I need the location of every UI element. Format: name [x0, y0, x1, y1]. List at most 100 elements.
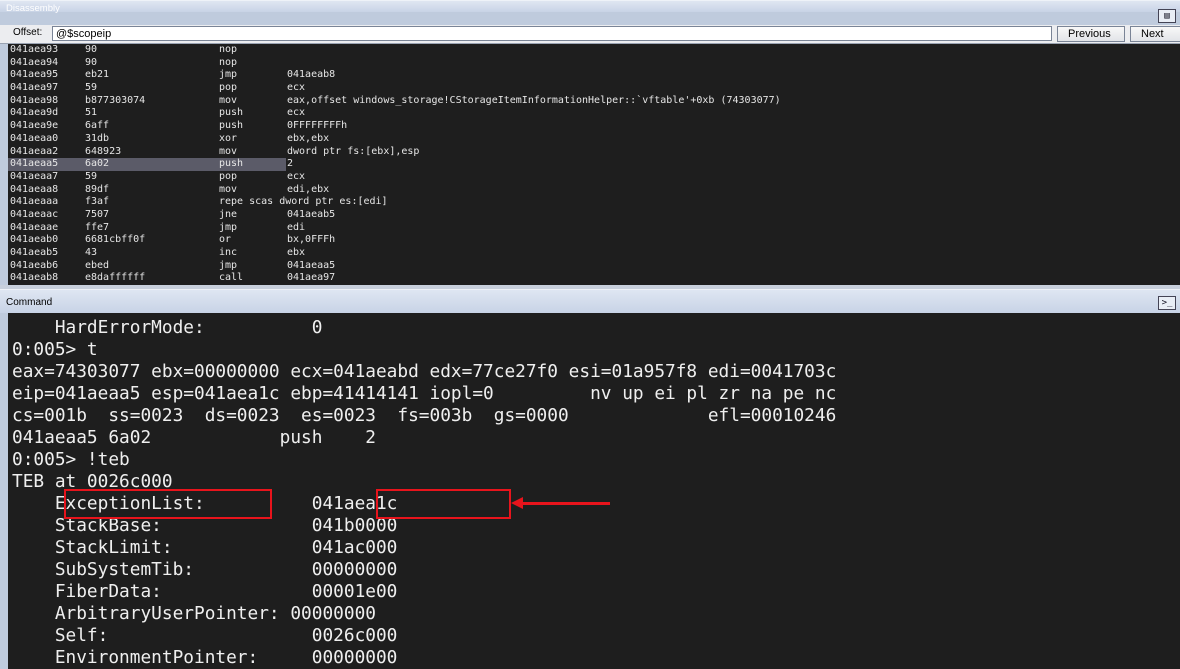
disassembly-mnemonic: or — [219, 234, 232, 246]
disassembly-mnemonic: jne — [219, 208, 238, 220]
disassembly-mnemonic: pop — [219, 170, 238, 182]
command-output[interactable]: EnvironmentPointer: 00000000 Self: 0026c… — [8, 313, 1180, 669]
disassembly-opcode-bytes: 90 — [85, 44, 98, 55]
disassembly-opcode-bytes: 89df — [85, 183, 110, 195]
disassembly-operands: edi,ebx — [287, 183, 330, 195]
disassembly-row[interactable]: 041aea98 b877303074 mov eax,offset windows_… — [8, 95, 1180, 108]
command-output-line: 0:005> t — [12, 339, 98, 360]
disassembly-opcode-bytes: 31db — [85, 132, 110, 144]
disassembly-row[interactable]: 041aeab5 43 inc ebx — [8, 247, 1180, 260]
disassembly-opcode-bytes: ebed — [85, 259, 110, 271]
disassembly-mnemonic: nop — [219, 44, 238, 55]
disassembly-row[interactable]: 041aea9e 6aff push 0FFFFFFFFh — [8, 120, 1180, 133]
disassembly-opcode-bytes: b877303074 — [85, 94, 146, 106]
disassembly-address: 041aeab8 — [10, 272, 59, 284]
disassembly-address: 041aeaaa — [10, 196, 59, 208]
disassembly-mnemonic: call — [219, 272, 244, 284]
disassembly-mnemonic: push — [219, 158, 244, 170]
disassembly-mnemonic: jmp — [219, 259, 238, 271]
disassembly-title-text: Disassembly — [6, 3, 60, 14]
disassembly-operands: ecx — [287, 82, 306, 94]
command-output-line: eax=74303077 ebx=00000000 ecx=041aeabd e… — [12, 361, 837, 382]
command-output-line: 0:005> !teb — [12, 449, 130, 470]
disassembly-opcode-bytes: 59 — [85, 170, 98, 182]
disassembly-address: 041aeab5 — [10, 247, 59, 258]
disassembly-row[interactable]: 041aeaac 7507 jne 041aeab5 — [8, 209, 1180, 222]
disassembly-row[interactable]: 041aeab8 e8daffffff call 041aea97 — [8, 272, 1180, 285]
disassembly-mnemonic: xor — [219, 132, 238, 144]
disassembly-row[interactable]: 041aeaa8 89df mov edi,ebx — [8, 184, 1180, 197]
disassembly-row[interactable]: 041aea9d 51 push ecx — [8, 107, 1180, 120]
disassembly-mnemonic: mov — [219, 94, 238, 106]
disassembly-address: 041aea9e — [10, 120, 59, 132]
command-output-line: StackLimit: 041ac000 — [12, 537, 398, 558]
disassembly-row[interactable]: 041aea97 59 pop ecx — [8, 82, 1180, 95]
offset-input[interactable] — [52, 26, 1052, 41]
disassembly-operands: eax,offset windows_storage!CStorageItemI… — [287, 94, 781, 106]
disassembly-operands: edi — [287, 221, 306, 233]
disassembly-row[interactable]: 041aea95 eb21 jmp 041aeab8 — [8, 69, 1180, 82]
disassembly-mnemonic: jmp — [219, 69, 238, 81]
disassembly-opcode-bytes: 648923 — [85, 145, 122, 157]
disassembly-operands: 2 — [287, 158, 294, 170]
offset-toolbar: Offset: Previous Next — [0, 25, 1180, 44]
disassembly-opcode-bytes: 6a02 — [85, 158, 110, 170]
disassembly-mnemonic: inc — [219, 247, 238, 258]
disassembly-operands: 0FFFFFFFFh — [287, 120, 348, 132]
disassembly-mnemonic: repe scas dword ptr es:[edi] — [219, 196, 388, 208]
disassembly-mnemonic: mov — [219, 145, 238, 157]
disassembly-operands: ecx — [287, 170, 306, 182]
disassembly-opcode-bytes: 6aff — [85, 120, 110, 132]
disassembly-row[interactable]: 041aeab6 ebed jmp 041aeaa5 — [8, 260, 1180, 273]
command-title-text: Command — [6, 297, 53, 308]
disassembly-row[interactable]: 041aeaa7 59 pop ecx — [8, 171, 1180, 184]
disassembly-row[interactable]: 041aeaa0 31db xor ebx,ebx — [8, 133, 1180, 146]
disassembly-opcode-bytes: 59 — [85, 82, 98, 94]
console-prompt-icon[interactable]: >_ — [1158, 296, 1176, 310]
disassembly-mnemonic: mov — [219, 183, 238, 195]
disassembly-row[interactable]: 041aeaa2 648923 mov dword ptr fs:[ebx],esp — [8, 146, 1180, 159]
disassembly-row[interactable]: 041aeab0 6681cbff0f or bx,0FFFh — [8, 234, 1180, 247]
disassembly-address: 041aeaa7 — [10, 170, 59, 182]
annotation-arrow-icon — [511, 497, 523, 509]
disassembly-row[interactable]: 041aeaaa f3af repe scas dword ptr es:[edi] — [8, 196, 1180, 209]
disassembly-address: 041aea93 — [10, 44, 59, 55]
disassembly-address: 041aeaa0 — [10, 132, 59, 144]
command-output-line: Self: 0026c000 — [12, 625, 398, 646]
disassembly-operands: bx,0FFFh — [287, 234, 336, 246]
annotation-arrow-shaft — [520, 502, 610, 505]
command-output-line: cs=001b ss=0023 ds=0023 es=0023 fs=003b … — [12, 405, 837, 426]
disassembly-operands: ecx — [287, 107, 306, 119]
previous-button[interactable]: Previous — [1057, 26, 1125, 42]
disassembly-address: 041aeaa8 — [10, 183, 59, 195]
command-output-line: HardErrorMode: 0 — [12, 317, 323, 338]
disassembly-row[interactable]: 041aeaae ffe7 jmp edi — [8, 222, 1180, 235]
disassembly-row-current[interactable]: 041aeaa5 6a02 push 2 — [8, 158, 293, 171]
disassembly-mnemonic: push — [219, 107, 244, 119]
next-button[interactable]: Next — [1130, 26, 1180, 42]
disassembly-opcode-bytes: 90 — [85, 56, 98, 68]
disassembly-row[interactable]: 041aea94 90 nop — [8, 57, 1180, 70]
disassembly-opcode-bytes: eb21 — [85, 69, 110, 81]
disassembly-address: 041aea97 — [10, 82, 59, 94]
disassembly-operands: ebx,ebx — [287, 132, 330, 144]
command-output-line: ArbitraryUserPointer: 00000000 — [12, 603, 376, 624]
window-source-icon[interactable]: ▤ — [1158, 9, 1176, 23]
disassembly-listing[interactable]: 041aea93 90 nop 041aea94 90 nop 041aea95 eb21 jm… — [8, 44, 1180, 285]
disassembly-address: 041aea94 — [10, 56, 59, 68]
command-pane-title: Command — [0, 289, 1180, 313]
disassembly-operands: 041aeaa5 — [287, 259, 336, 271]
disassembly-opcode-bytes: 43 — [85, 247, 98, 258]
disassembly-row[interactable]: 041aea93 90 nop — [8, 44, 1180, 57]
disassembly-mnemonic: pop — [219, 82, 238, 94]
disassembly-operands: 041aeab8 — [287, 69, 336, 81]
offset-label: Offset: — [13, 27, 43, 38]
disassembly-address: 041aeaac — [10, 208, 59, 220]
disassembly-mnemonic: jmp — [219, 221, 238, 233]
disassembly-operands: 041aea97 — [287, 272, 336, 284]
disassembly-mnemonic: nop — [219, 56, 238, 68]
disassembly-address: 041aea9d — [10, 107, 59, 119]
disassembly-opcode-bytes: 51 — [85, 107, 98, 119]
disassembly-address: 041aeaa2 — [10, 145, 59, 157]
disassembly-address: 041aeaae — [10, 221, 59, 233]
